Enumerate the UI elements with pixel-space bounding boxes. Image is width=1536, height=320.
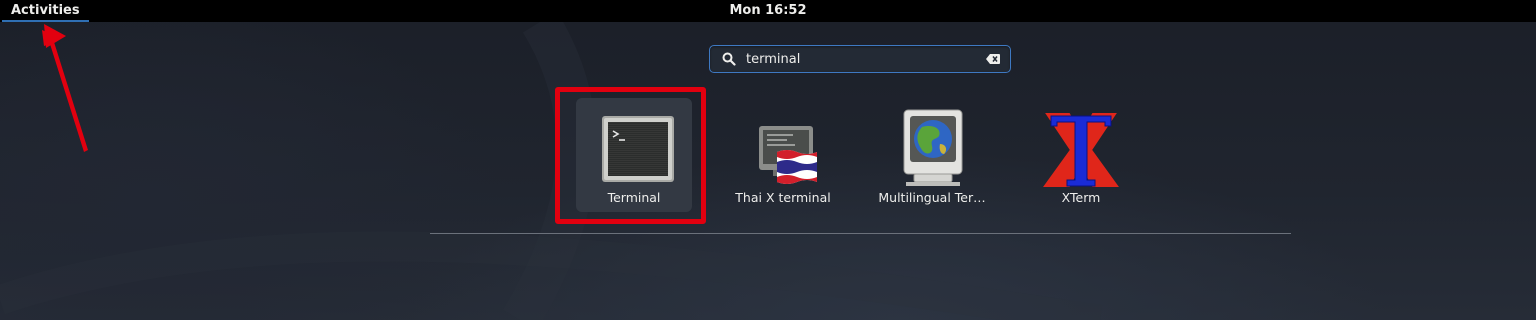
app-label: Thai X terminal (735, 190, 831, 205)
annotation-arrow (42, 24, 88, 152)
search-input[interactable] (746, 49, 976, 69)
app-label: XTerm (1061, 190, 1101, 205)
section-separator (430, 233, 1291, 234)
app-result-thai-x-terminal[interactable]: Thai X terminal (725, 98, 841, 212)
top-bar: Activities Mon 16:52 (0, 0, 1536, 22)
app-label: Multilingual Ter… (878, 190, 986, 205)
search-field[interactable] (709, 45, 1011, 73)
xterm-icon (1043, 113, 1119, 187)
clock[interactable]: Mon 16:52 (0, 0, 1536, 22)
thai-xterm-icon (759, 126, 817, 184)
app-result-xterm[interactable]: XTerm (1023, 98, 1139, 212)
backspace-clear-icon[interactable] (986, 54, 1000, 64)
multilingual-terminal-icon (903, 109, 963, 186)
app-result-multilingual-terminal[interactable]: Multilingual Ter… (874, 98, 990, 212)
annotation-highlight-box (555, 87, 706, 224)
search-icon (722, 52, 736, 66)
